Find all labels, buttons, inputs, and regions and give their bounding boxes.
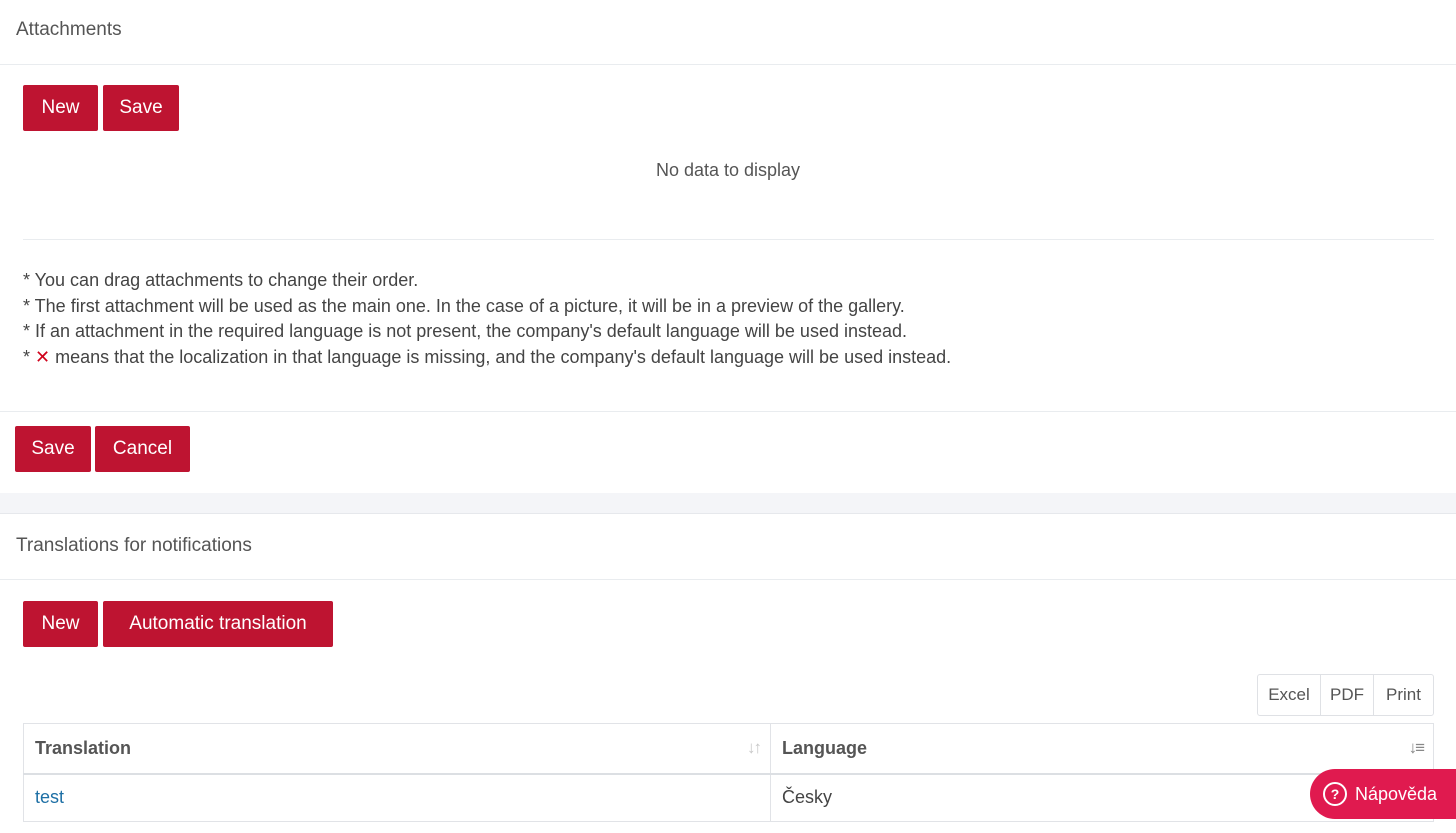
help-button[interactable]: ? Nápověda: [1310, 769, 1456, 819]
translation-link[interactable]: test: [35, 787, 64, 807]
table-row[interactable]: test Česky: [23, 773, 1434, 822]
note-language: * If an attachment in the required langu…: [23, 321, 908, 341]
translations-new-button[interactable]: New: [23, 601, 98, 647]
note-drag: * You can drag attachments to change the…: [23, 270, 419, 290]
attachments-save-button[interactable]: Save: [103, 85, 179, 131]
export-pdf-button[interactable]: PDF: [1321, 675, 1374, 715]
export-button-group: Excel PDF Print: [1257, 674, 1434, 716]
note-missing-prefix: *: [23, 346, 31, 367]
attachments-header: Attachments: [0, 0, 1456, 65]
column-header-language[interactable]: Language ↓≡: [770, 723, 1434, 775]
attachments-divider: [23, 239, 1434, 240]
form-cancel-button[interactable]: Cancel: [95, 426, 190, 472]
column-header-language-label: Language: [782, 737, 868, 758]
automatic-translation-button[interactable]: Automatic translation: [103, 601, 333, 647]
attachments-notes: * You can drag attachments to change the…: [23, 268, 951, 370]
note-missing-text: means that the localization in that lang…: [55, 346, 952, 367]
sort-desc-icon[interactable]: ↓≡: [1409, 738, 1425, 758]
translation-cell: test: [23, 773, 771, 822]
column-header-translation[interactable]: Translation ↓↑: [23, 723, 771, 775]
translations-table: Translation ↓↑ Language ↓≡ test Česky: [23, 723, 1434, 822]
column-header-translation-label: Translation: [35, 737, 132, 758]
translations-header: Translations for notifications: [0, 514, 1456, 580]
help-label: Nápověda: [1355, 783, 1438, 804]
attachments-empty-text: No data to display: [655, 160, 801, 180]
section-gap: [0, 493, 1456, 514]
note-missing: * ✕ means that the localization in that …: [23, 345, 951, 371]
question-circle-icon: ?: [1323, 782, 1347, 806]
note-first: * The first attachment will be used as t…: [23, 295, 905, 316]
sort-icon[interactable]: ↓↑: [747, 738, 762, 758]
table-header-row: Translation ↓↑ Language ↓≡: [23, 723, 1434, 775]
print-button[interactable]: Print: [1374, 675, 1433, 715]
form-save-button[interactable]: Save: [15, 426, 91, 472]
translations-title: Translations for notifications: [16, 535, 252, 556]
attachments-title: Attachments: [16, 19, 122, 40]
form-actions-divider: [0, 411, 1456, 412]
missing-x-icon: ✕: [35, 346, 51, 367]
attachments-new-button[interactable]: New: [23, 85, 98, 131]
export-excel-button[interactable]: Excel: [1258, 675, 1321, 715]
